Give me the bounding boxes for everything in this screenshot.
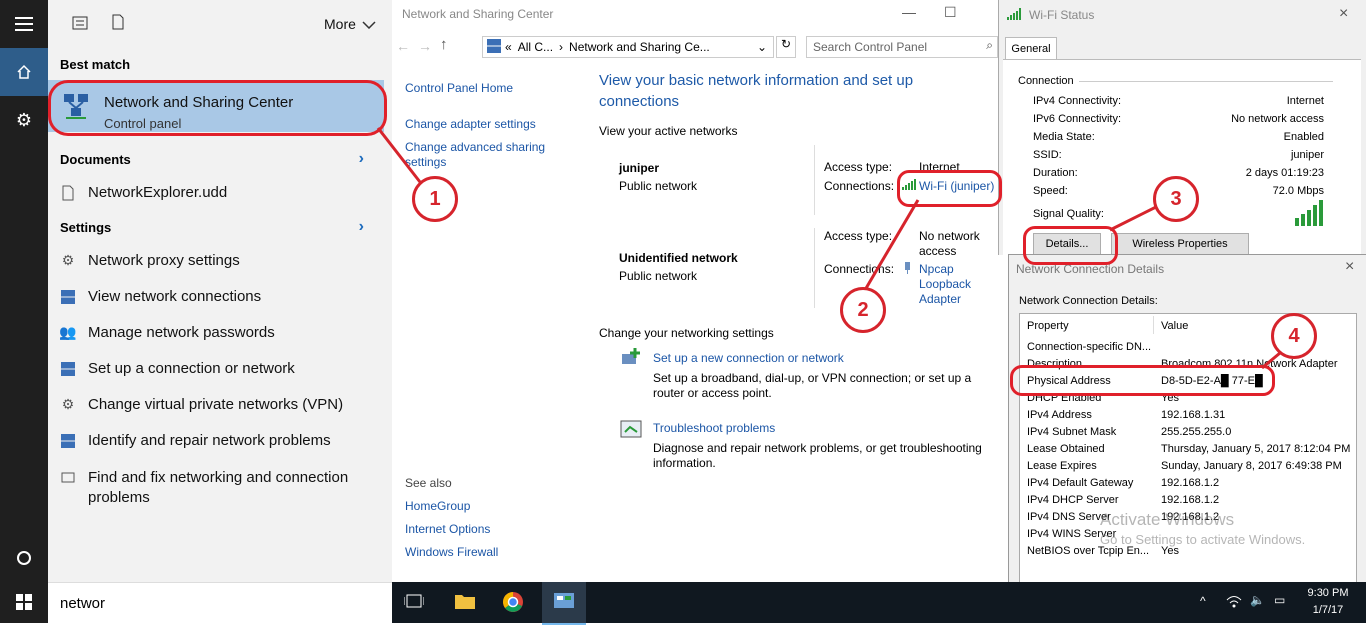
callout-badge: 3 bbox=[1153, 176, 1199, 222]
callout-badge: 4 bbox=[1271, 313, 1317, 359]
callout-lines bbox=[376, 127, 1287, 370]
callout-badge: 2 bbox=[840, 287, 886, 333]
callout-badge: 1 bbox=[412, 176, 458, 222]
